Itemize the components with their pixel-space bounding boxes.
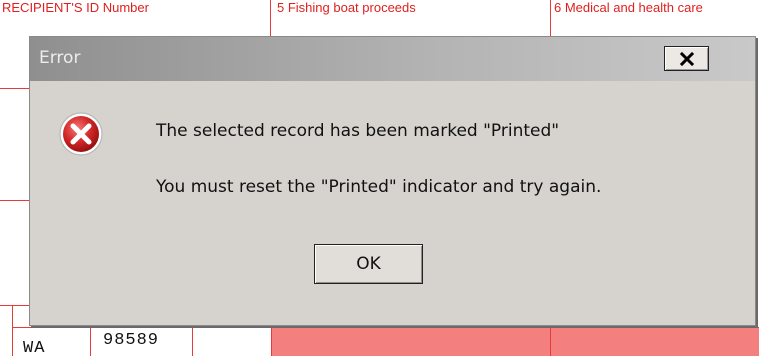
close-icon xyxy=(679,51,694,66)
form-divider xyxy=(0,200,29,201)
form-highlight-cell xyxy=(272,327,759,356)
error-message-line1: The selected record has been marked "Pri… xyxy=(156,121,560,141)
form-divider xyxy=(550,0,551,36)
form-header-recipient-id: RECIPIENT'S ID Number xyxy=(2,0,149,15)
zip-value: 98589 xyxy=(103,331,160,350)
form-divider xyxy=(270,0,271,36)
form-divider xyxy=(12,327,759,328)
form-header-fishing-boat: 5 Fishing boat proceeds xyxy=(277,0,416,15)
close-button[interactable] xyxy=(664,46,709,71)
form-divider xyxy=(0,88,29,89)
form-divider xyxy=(271,327,272,356)
form-header-medical: 6 Medical and health care xyxy=(554,0,703,15)
ok-button[interactable]: OK xyxy=(314,244,423,284)
form-divider xyxy=(192,327,193,356)
error-message-line2: You must reset the "Printed" indicator a… xyxy=(156,177,602,197)
state-value: WA xyxy=(23,339,46,356)
error-dialog: Error The selected record has been marke… xyxy=(29,36,756,326)
form-divider xyxy=(12,305,13,356)
form-divider xyxy=(90,327,91,356)
error-icon xyxy=(59,112,103,156)
dialog-title: Error xyxy=(39,48,81,68)
dialog-titlebar[interactable]: Error xyxy=(30,37,755,81)
form-divider xyxy=(0,305,29,306)
form-divider xyxy=(550,327,551,356)
